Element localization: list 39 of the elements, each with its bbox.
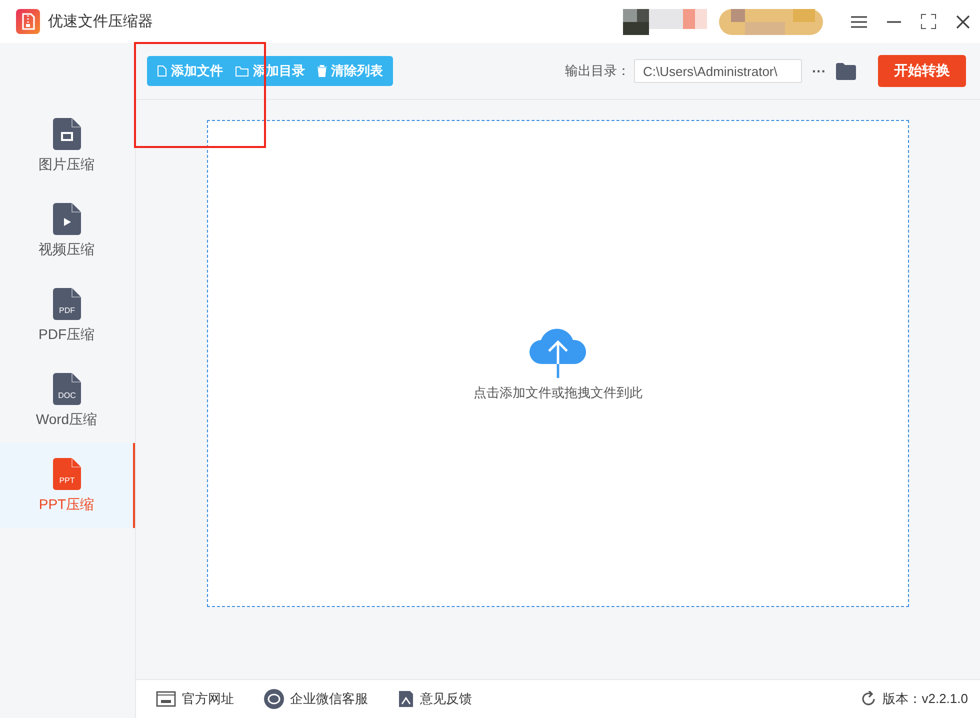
app-logo-icon [16,9,40,34]
sidebar-item-label: PPT压缩 [38,496,94,514]
drop-zone[interactable]: 点击添加文件或拖拽文件到此 [207,120,909,607]
close-icon[interactable] [956,14,970,28]
sidebar-item-label: Word压缩 [36,410,98,428]
window-title: 优速文件压缩器 [48,12,153,31]
output-path-field[interactable]: C:\Users\Administrator\ [634,59,802,83]
document-icon [398,690,414,708]
folder-icon[interactable] [836,62,856,80]
trash-icon [317,65,327,77]
sidebar-item[interactable]: 视频压缩 [0,188,135,273]
more-button[interactable]: ··· [808,63,830,79]
sidebar-item-label: PDF压缩 [38,326,94,344]
sidebar-item[interactable]: 图片压缩 [0,103,135,188]
document-file-icon: PDF [52,288,80,320]
menu-icon[interactable] [851,16,867,28]
sidebar-item-label: 视频压缩 [38,240,94,258]
footer-link[interactable]: 企业微信客服 [264,689,368,709]
folder-icon [235,66,249,76]
output-directory-label: 输出目录： [565,62,630,80]
document-file-icon: DOC [52,372,80,404]
sidebar-item[interactable]: DOC Word压缩 [0,358,135,443]
file-icon [157,65,167,77]
sidebar-item-label: 图片压缩 [38,156,94,174]
minimize-icon[interactable] [887,20,901,22]
footer-link[interactable]: 意见反馈 [398,690,472,708]
chat-icon [264,689,284,709]
sidebar-item[interactable]: PPT PPT压缩 [0,443,135,528]
start-convert-button[interactable]: 开始转换 [878,55,966,87]
refresh-icon[interactable] [860,691,877,707]
image-file-icon [52,118,80,150]
footer-link[interactable]: 官方网址 [156,690,234,708]
video-file-icon [52,202,80,234]
drop-hint: 点击添加文件或拖拽文件到此 [474,384,642,402]
sidebar-item[interactable]: PDF PDF压缩 [0,273,135,358]
version-text: 版本：v2.2.1.0 [882,690,968,708]
browser-icon [156,691,176,707]
document-file-icon: PPT [52,458,80,490]
maximize-icon[interactable] [921,14,936,29]
